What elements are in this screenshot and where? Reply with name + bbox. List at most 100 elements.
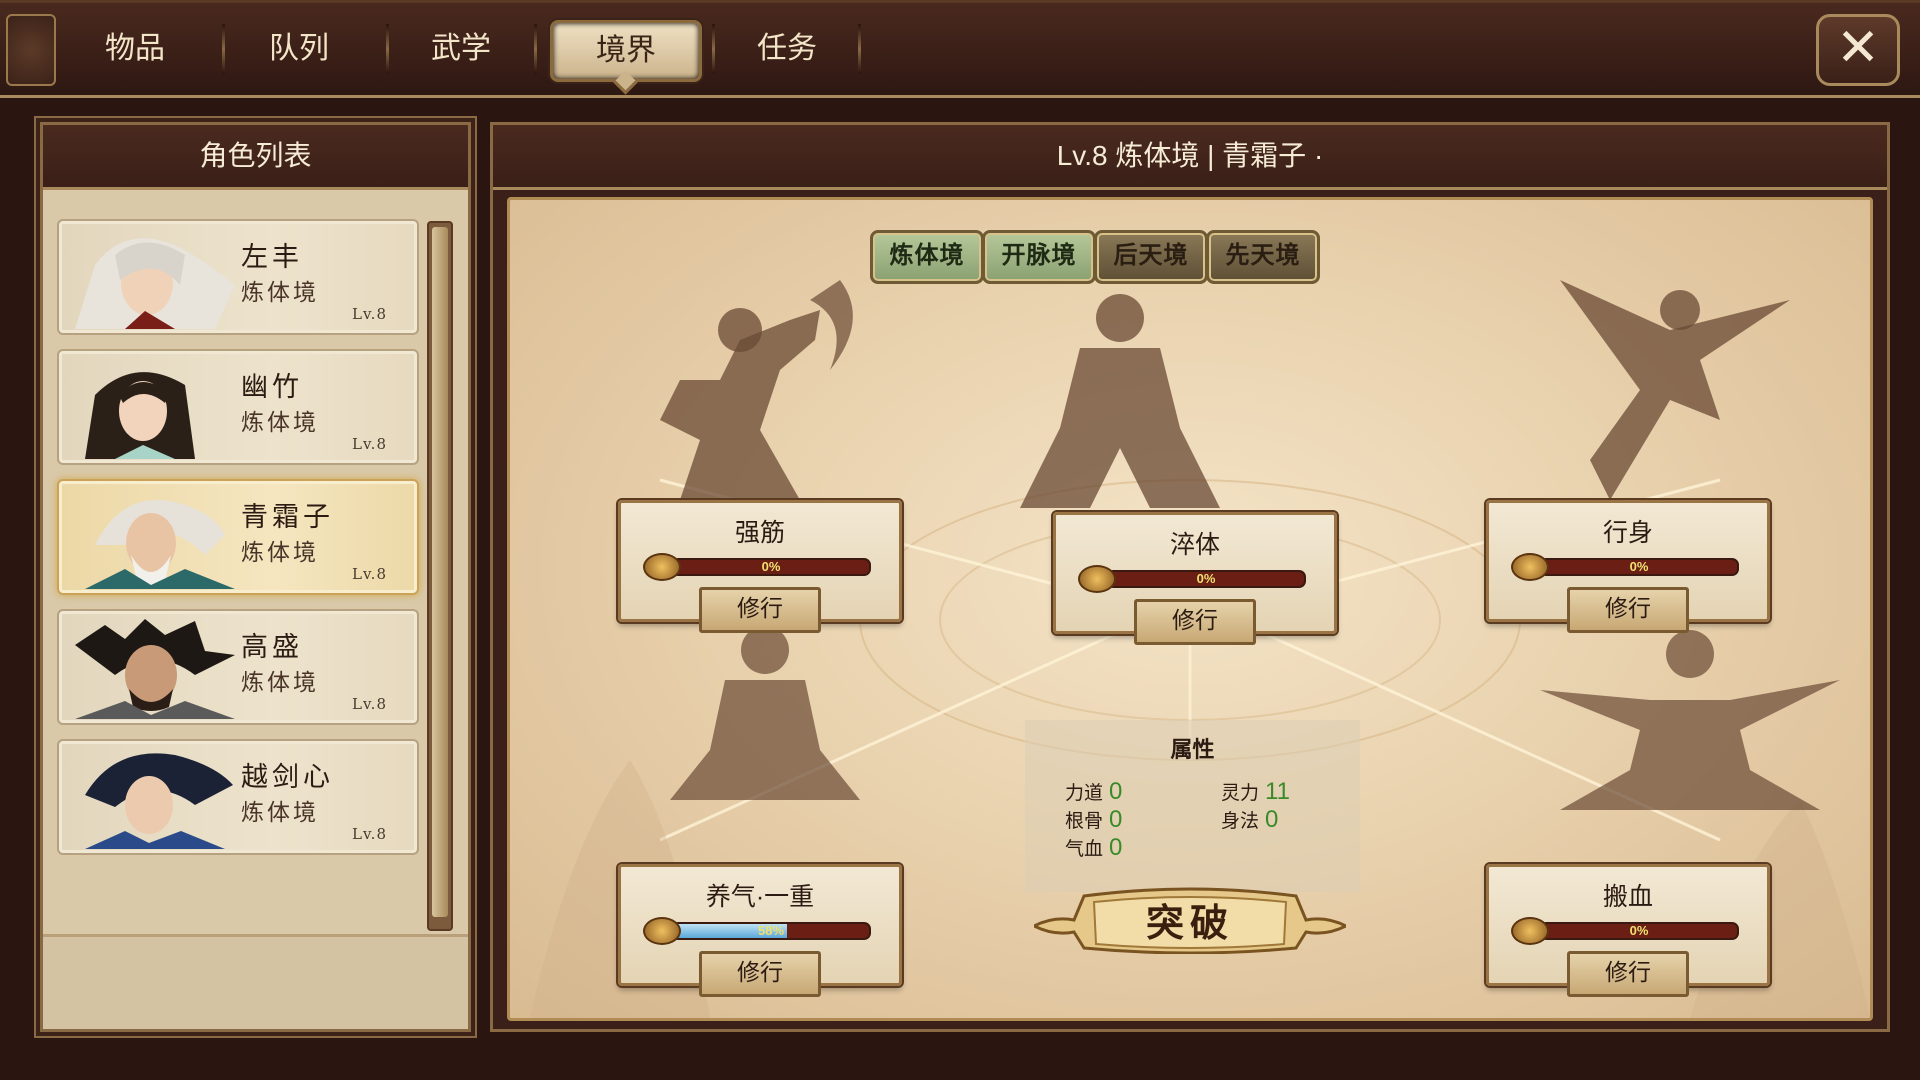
- silhouette-stance-figure: [1020, 294, 1220, 508]
- attribute-value: 0: [1109, 806, 1123, 833]
- training-node-title: 行身: [1602, 519, 1653, 547]
- character-realm: 炼体境: [241, 800, 319, 826]
- top-tab-bar: 物品 队列 武学 境界 任务 ✕: [0, 0, 1920, 98]
- character-name: 越剑心: [241, 762, 334, 793]
- tab-queue[interactable]: 队列: [224, 22, 374, 76]
- train-button[interactable]: 修行: [699, 951, 821, 997]
- attribute-agility: 身法 0: [1221, 806, 1278, 834]
- progress-cap-icon: [1511, 917, 1549, 945]
- training-progress-bar: 0%: [1078, 565, 1312, 593]
- character-list-scrollbar[interactable]: [427, 221, 453, 931]
- tab-divider: [534, 24, 537, 74]
- train-button[interactable]: 修行: [1567, 951, 1689, 997]
- character-level: Lv.8: [352, 695, 387, 713]
- training-node-title: 强筋: [734, 519, 785, 547]
- realm-panel: Lv.8 炼体境 | 青霜子 · 炼体境 开脉境 后天境 先天境 强筋 0% 修…: [490, 122, 1890, 1032]
- progress-track: 0%: [1106, 570, 1306, 588]
- progress-text: 0%: [1629, 923, 1649, 938]
- train-button[interactable]: 修行: [1567, 587, 1689, 633]
- training-node-title: 淬体: [1169, 531, 1220, 559]
- character-realm: 炼体境: [241, 540, 319, 566]
- realm-panel-header: Lv.8 炼体境 | 青霜子 ·: [493, 125, 1887, 190]
- character-realm: 炼体境: [241, 280, 319, 306]
- character-list-panel: 角色列表 左丰 炼体境 Lv.8 幽竹 炼体境 Lv.8 青霜子 炼体境 Lv.…: [40, 122, 471, 1032]
- character-name: 青霜子: [241, 502, 334, 533]
- attributes-title: 属性: [1170, 737, 1215, 763]
- character-card-zuofeng[interactable]: 左丰 炼体境 Lv.8: [57, 219, 419, 335]
- realm-button-posterior[interactable]: 后天境: [1094, 230, 1208, 284]
- character-level: Lv.8: [352, 825, 387, 843]
- tab-divider: [858, 24, 861, 74]
- attribute-constitution: 根骨 0: [1065, 806, 1122, 834]
- training-progress-bar: 0%: [1511, 917, 1745, 945]
- progress-text: 0%: [1196, 571, 1216, 586]
- realm-button-body-refining[interactable]: 炼体境: [870, 230, 984, 284]
- character-name: 幽竹: [241, 372, 303, 403]
- character-card-youzhu[interactable]: 幽竹 炼体境 Lv.8: [57, 349, 419, 465]
- progress-track: 58%: [671, 922, 871, 940]
- ornament-left: [6, 14, 56, 86]
- attribute-value: 0: [1109, 778, 1123, 805]
- tab-realm[interactable]: 境界: [550, 20, 702, 82]
- character-realm: 炼体境: [241, 670, 319, 696]
- close-button[interactable]: ✕: [1816, 14, 1900, 86]
- avatar: [65, 485, 245, 589]
- train-button[interactable]: 修行: [699, 587, 821, 633]
- attribute-label: 气血: [1065, 839, 1104, 860]
- avatar: [65, 615, 245, 719]
- attribute-label: 根骨: [1065, 811, 1104, 832]
- attribute-strength: 力道 0: [1065, 778, 1122, 806]
- progress-text: 58%: [757, 923, 785, 938]
- silhouette-meditating-figure: [670, 626, 860, 800]
- attribute-label: 力道: [1065, 783, 1104, 804]
- silhouette-punching-figure: [660, 280, 853, 500]
- attribute-label: 灵力: [1221, 783, 1260, 804]
- character-card-gaosheng[interactable]: 高盛 炼体境 Lv.8: [57, 609, 419, 725]
- character-level: Lv.8: [352, 305, 387, 323]
- tab-quests[interactable]: 任务: [712, 22, 862, 76]
- avatar: [65, 745, 245, 849]
- attribute-value: 11: [1265, 778, 1290, 805]
- training-node-move-blood: 搬血 0% 修行: [1486, 864, 1770, 997]
- tab-martial-arts[interactable]: 武学: [386, 22, 536, 76]
- character-realm: 炼体境: [241, 410, 319, 436]
- avatar: [65, 355, 245, 459]
- attribute-value: 0: [1109, 834, 1123, 861]
- character-name: 高盛: [241, 632, 303, 663]
- character-name: 左丰: [241, 242, 303, 273]
- tab-items[interactable]: 物品: [60, 22, 210, 76]
- scrollbar-thumb[interactable]: [432, 227, 448, 917]
- training-progress-bar: 0%: [643, 553, 877, 581]
- character-list-title: 角色列表: [43, 125, 468, 190]
- character-card-yuejianxin[interactable]: 越剑心 炼体境 Lv.8: [57, 739, 419, 855]
- close-icon: ✕: [1836, 19, 1880, 77]
- training-progress-bar: 0%: [1511, 553, 1745, 581]
- attribute-spirit-power: 灵力 11: [1221, 778, 1290, 806]
- progress-text: 0%: [1629, 559, 1649, 574]
- breakthrough-label: 突破: [1145, 900, 1234, 945]
- attribute-label: 身法: [1221, 811, 1260, 832]
- progress-track: 0%: [1539, 558, 1739, 576]
- breakthrough-button[interactable]: 突破: [1034, 886, 1346, 954]
- realm-stage: 炼体境 开脉境 后天境 先天境 强筋 0% 修行 淬体 0% 修行 行身 0% …: [507, 197, 1873, 1021]
- progress-text: 0%: [761, 559, 781, 574]
- training-node-title: 搬血: [1602, 883, 1653, 911]
- progress-cap-icon: [1511, 553, 1549, 581]
- character-list-footer: [43, 934, 468, 1029]
- train-button[interactable]: 修行: [1134, 599, 1256, 645]
- character-card-qingshuangzi[interactable]: 青霜子 炼体境 Lv.8: [57, 479, 419, 595]
- realm-button-meridian-opening[interactable]: 开脉境: [982, 230, 1096, 284]
- realm-button-innate[interactable]: 先天境: [1206, 230, 1320, 284]
- training-node-nourish-qi: 养气·一重 58% 修行: [618, 864, 902, 997]
- progress-cap-icon: [643, 917, 681, 945]
- character-level: Lv.8: [352, 565, 387, 583]
- training-node-body-movement: 行身 0% 修行: [1486, 500, 1770, 633]
- training-node-temper-body: 淬体 0% 修行: [1053, 512, 1337, 645]
- attributes-panel: 属性 力道 0 灵力 11 根骨 0 身法 0 气血 0: [1025, 720, 1360, 892]
- silhouette-outstretched-figure: [1540, 630, 1840, 810]
- progress-track: 0%: [1539, 922, 1739, 940]
- character-level: Lv.8: [352, 435, 387, 453]
- attribute-vitality: 气血 0: [1065, 834, 1122, 862]
- character-list: 左丰 炼体境 Lv.8 幽竹 炼体境 Lv.8 青霜子 炼体境 Lv.8 高盛 …: [57, 219, 419, 869]
- training-progress-bar: 58%: [643, 917, 877, 945]
